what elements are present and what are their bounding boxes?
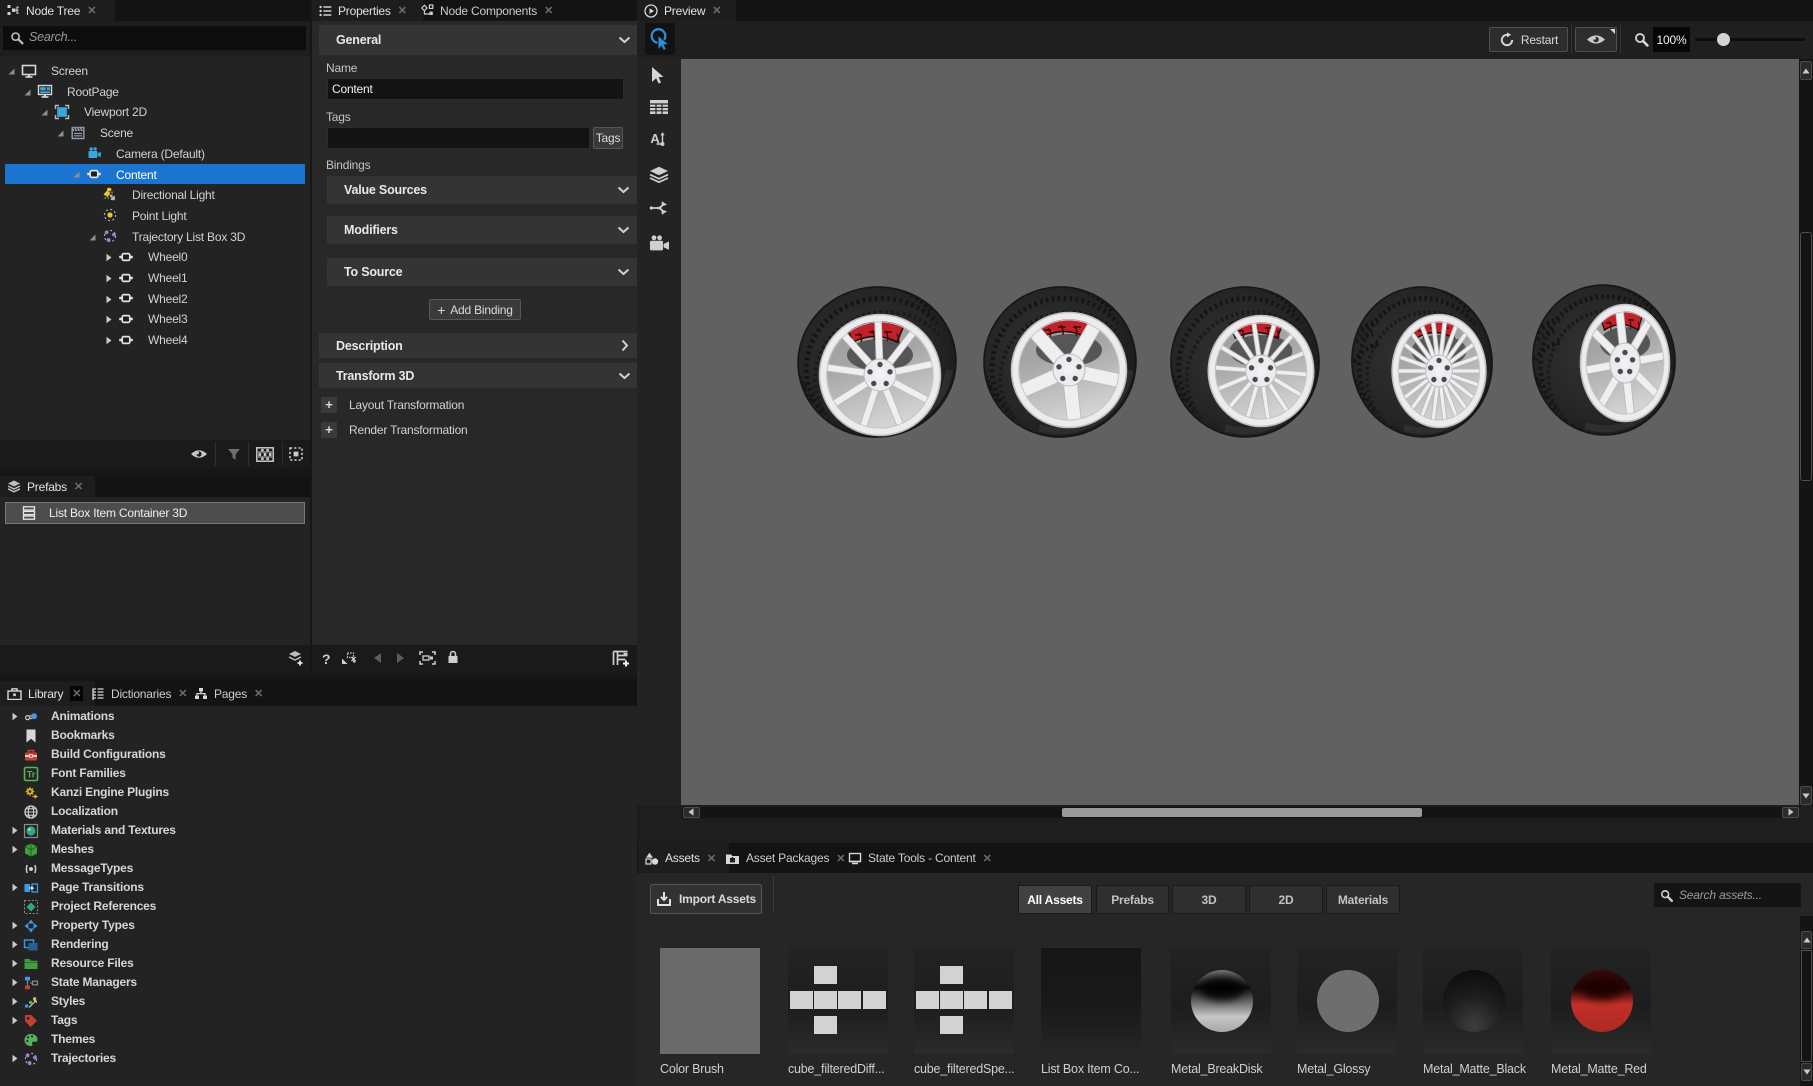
svg-text:Tr: Tr [27, 770, 36, 781]
